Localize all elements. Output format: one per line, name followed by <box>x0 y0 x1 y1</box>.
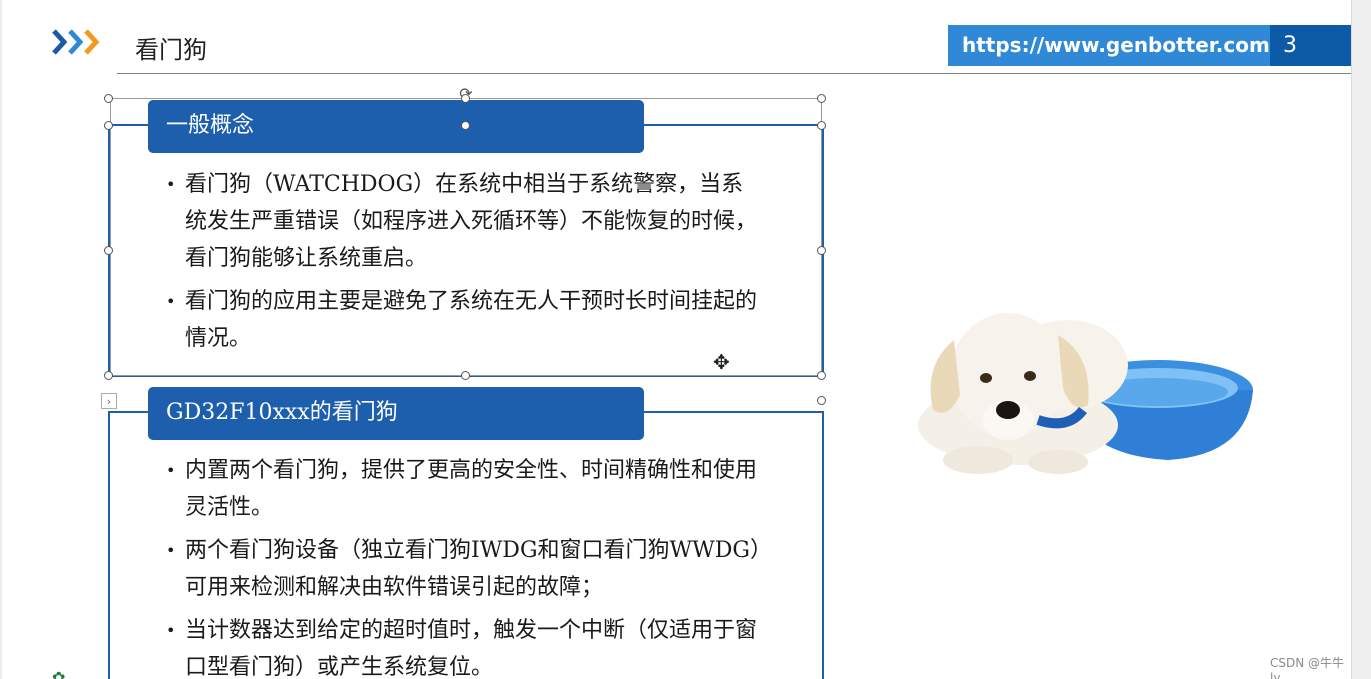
resize-handle-ne[interactable] <box>817 94 826 103</box>
vertical-scrollbar[interactable] <box>1351 0 1371 679</box>
resize-handle-inner-ne[interactable] <box>817 121 826 130</box>
resize-handle-se[interactable] <box>817 371 826 380</box>
resize-handle-lower-e[interactable] <box>817 396 826 405</box>
list-item-text: 当计数器达到给定的超时值时，触发一个中断（仅适用于窗口型看门狗）或产生系统复位。 <box>185 618 758 679</box>
gd32-watchdog-list: • 内置两个看门狗，提供了更高的安全性、时间精确性和使用灵活性。 • 两个看门狗设备… <box>162 452 762 679</box>
chevrons-logo-icon <box>52 29 100 55</box>
section-gd32-watchdog-title: GD32F10xxx的看门狗 <box>148 387 644 440</box>
resize-handle-nw[interactable] <box>104 94 113 103</box>
header-divider <box>117 73 1351 74</box>
url-banner: https://www.genbotter.com 3 <box>948 25 1351 66</box>
corner-logo-icon: ✿ <box>52 668 66 679</box>
resize-handle-w[interactable] <box>104 246 113 255</box>
chevron-right-icon[interactable]: › <box>101 393 117 409</box>
resize-handle-n[interactable] <box>461 94 470 103</box>
move-cursor-icon: ✥ <box>713 350 730 374</box>
list-item-text: 看门狗（WATCHDOG）在系统中相当于系统警察，当系统发生严重错误（如程序进入… <box>185 172 758 271</box>
list-item: • 看门狗（WATCHDOG）在系统中相当于系统警察，当系统发生严重错误（如程序进… <box>166 172 758 271</box>
url-text: https://www.genbotter.com <box>948 25 1270 66</box>
slide-canvas[interactable]: 看门狗 https://www.genbotter.com 3 一般概念 • 看门… <box>2 0 1351 679</box>
list-item-text: 两个看门狗设备（独立看门狗IWDG和窗口看门狗WWDG）可用来检测和解决由软件错… <box>185 538 761 600</box>
resize-handle-sw[interactable] <box>104 371 113 380</box>
list-item: • 内置两个看门狗，提供了更高的安全性、时间精确性和使用灵活性。 <box>166 458 758 520</box>
page-title: 看门狗 <box>135 36 207 64</box>
watermark-text: CSDN @牛牛ly <box>1270 656 1345 679</box>
general-concept-list: • 看门狗（WATCHDOG）在系统中相当于系统警察，当系统发生严重错误（如程序进… <box>162 166 762 363</box>
section-general-concept-title: 一般概念 <box>148 100 644 153</box>
resize-handle-inner-nw[interactable] <box>104 121 113 130</box>
list-item-text: 内置两个看门狗，提供了更高的安全性、时间精确性和使用灵活性。 <box>185 458 758 520</box>
list-item-text: 看门狗的应用主要是避免了系统在无人干预时长时间挂起的情况。 <box>185 289 758 351</box>
list-item: • 两个看门狗设备（独立看门狗IWDG和窗口看门狗WWDG）可用来检测和解决由软件… <box>166 538 761 600</box>
dog-with-bowl-image <box>918 313 1253 474</box>
resize-handle-s[interactable] <box>461 371 470 380</box>
resize-handle-e[interactable] <box>817 246 826 255</box>
resize-handle-inner-n[interactable] <box>461 121 470 130</box>
page-number: 3 <box>1270 25 1351 66</box>
list-item: • 当计数器达到给定的超时值时，触发一个中断（仅适用于窗口型看门狗）或产生系统复位… <box>166 618 758 679</box>
list-item: • 看门狗的应用主要是避免了系统在无人干预时长时间挂起的情况。 <box>166 289 758 351</box>
